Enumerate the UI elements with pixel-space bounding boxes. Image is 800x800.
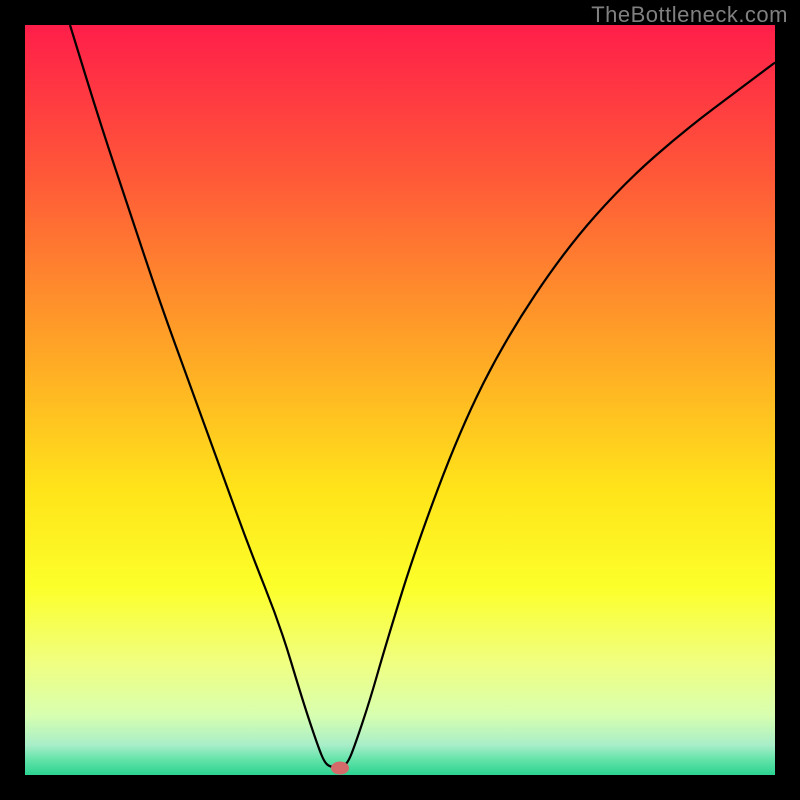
- plot-area: [25, 25, 775, 775]
- minimum-marker: [331, 761, 349, 774]
- curve-line: [25, 25, 775, 775]
- chart-frame: TheBottleneck.com: [0, 0, 800, 800]
- watermark-text: TheBottleneck.com: [591, 2, 788, 28]
